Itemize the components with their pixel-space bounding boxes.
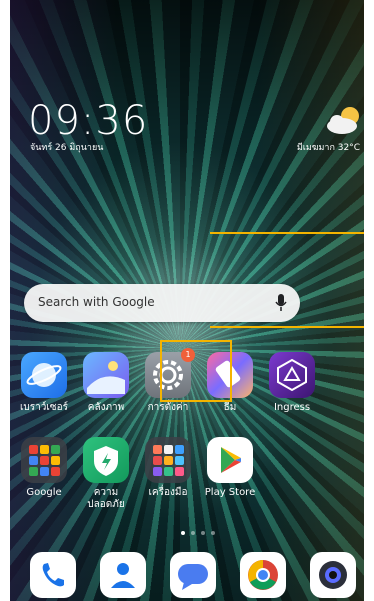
tools-folder-icon: [145, 437, 191, 483]
home-screen: 09:36 จันทร์ 26 มิถุนายน มีเมฆมาก 32°C S…: [10, 0, 364, 601]
app-browser[interactable]: เบราว์เซอร์: [14, 352, 74, 414]
play-store-icon: [207, 437, 253, 483]
page-dot[interactable]: [201, 531, 205, 535]
clock-time[interactable]: 09:36: [28, 98, 148, 144]
app-label: เครื่องมือ: [148, 487, 188, 498]
page-dot[interactable]: [181, 531, 185, 535]
phone-icon: [30, 552, 76, 598]
camera-icon: [310, 552, 356, 598]
app-ingress[interactable]: Ingress: [262, 352, 322, 414]
app-google-folder[interactable]: Google: [14, 437, 74, 499]
microphone-icon[interactable]: [274, 293, 288, 313]
google-folder-icon: [21, 437, 67, 483]
partly-cloudy-icon[interactable]: [325, 104, 364, 136]
ingress-icon: [269, 352, 315, 398]
app-label: การตั้งค่า: [147, 402, 189, 413]
date-text: จันทร์ 26 มิถุนายน: [30, 143, 104, 153]
messages-icon: [170, 552, 216, 598]
google-search-bar[interactable]: Search with Google: [24, 284, 300, 322]
dock-contacts[interactable]: [100, 552, 146, 598]
contacts-icon: [100, 552, 146, 598]
app-label: ธีม: [223, 402, 237, 413]
browser-icon: [21, 352, 67, 398]
app-label: Google: [26, 487, 62, 498]
app-label: Play Store: [204, 487, 256, 498]
weather-text: มีเมฆมาก 32°C: [296, 143, 360, 153]
gallery-icon: [83, 352, 129, 398]
dock-phone[interactable]: [30, 552, 76, 598]
app-label: คลังภาพ: [87, 402, 125, 413]
app-label: ความ ปลอดภัย: [87, 487, 125, 510]
search-placeholder: Search with Google: [38, 295, 155, 309]
dock-camera[interactable]: [310, 552, 356, 598]
chrome-icon: [240, 552, 286, 598]
app-gallery[interactable]: คลังภาพ: [76, 352, 136, 414]
dock-chrome[interactable]: [240, 552, 286, 598]
page-dot[interactable]: [191, 531, 195, 535]
page-indicator: [178, 520, 218, 539]
app-label: Ingress: [273, 402, 311, 413]
app-security[interactable]: ความ ปลอดภัย: [76, 437, 136, 511]
selection-highlight: [160, 340, 232, 402]
security-shield-icon: [83, 437, 129, 483]
app-tools-folder[interactable]: เครื่องมือ: [138, 437, 198, 499]
page-dot[interactable]: [211, 531, 215, 535]
dock-messages[interactable]: [170, 552, 216, 598]
app-label: เบราว์เซอร์: [20, 402, 68, 413]
app-play-store[interactable]: Play Store: [200, 437, 260, 499]
